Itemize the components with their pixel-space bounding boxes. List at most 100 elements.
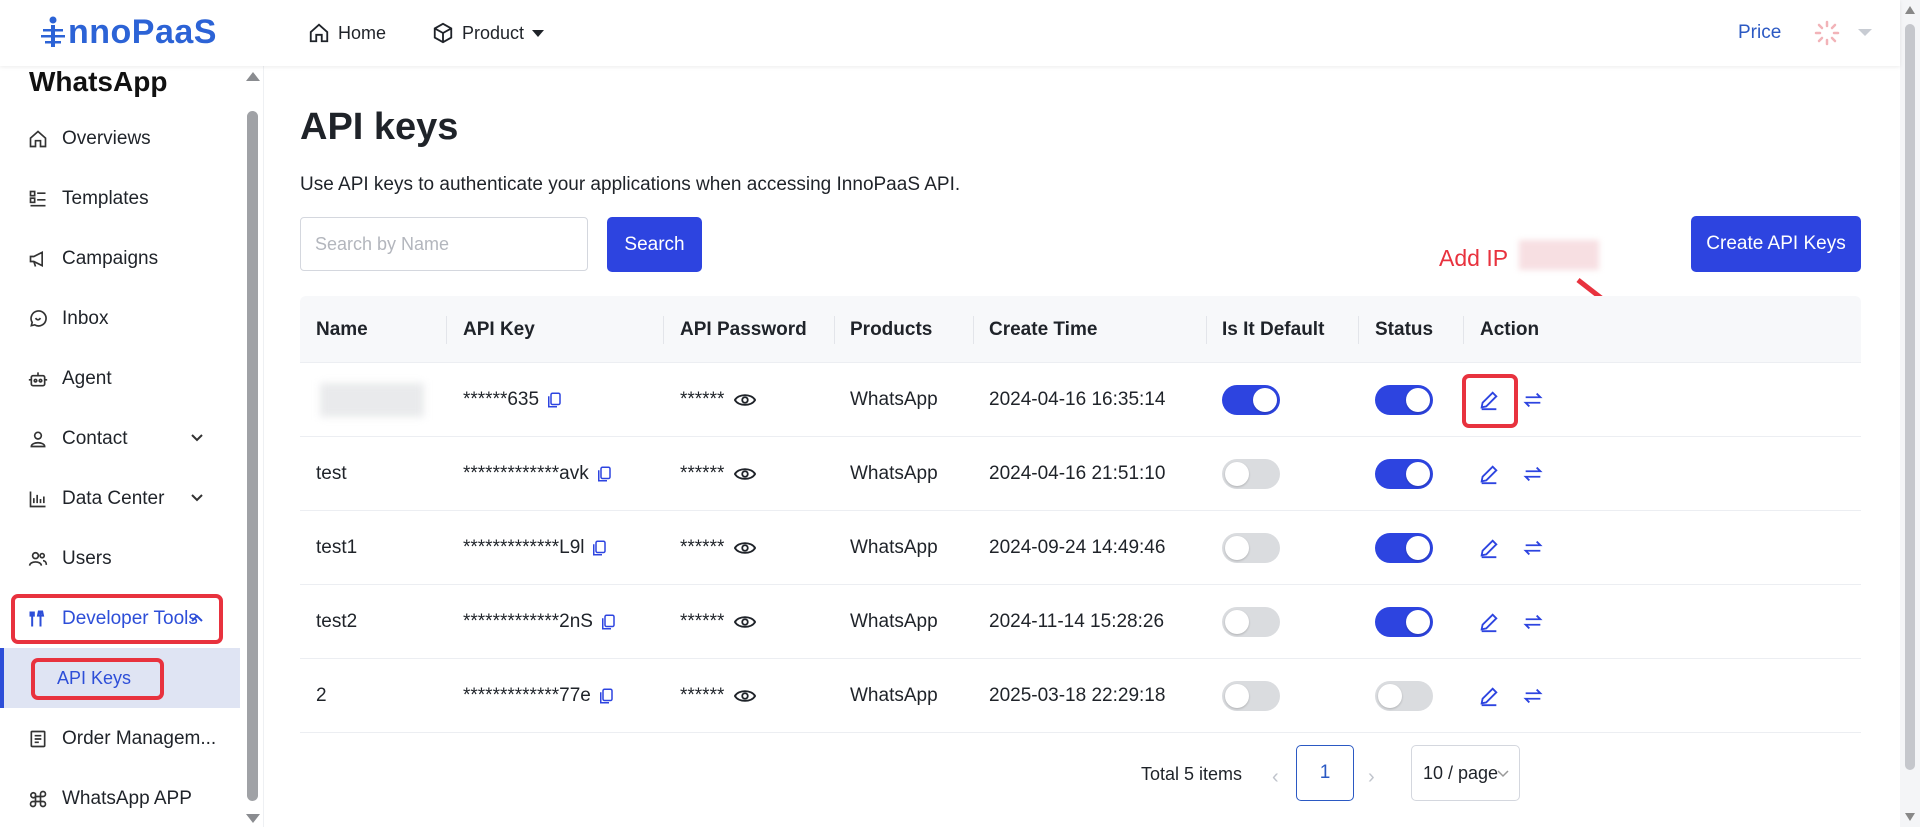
api-password-value: ****** [680, 463, 725, 484]
content-panel: API keys Use API keys to authenticate yo… [264, 66, 1900, 827]
eye-icon[interactable] [734, 537, 757, 559]
pagination-prev-icon[interactable]: ‹ [1272, 766, 1279, 789]
scroll-down-arrow-icon[interactable] [246, 814, 260, 823]
annotation-highlight-edit-button [1462, 374, 1518, 428]
eye-icon[interactable] [734, 685, 757, 707]
api-password-value: ****** [680, 389, 725, 410]
default-toggle-cell [1222, 437, 1280, 511]
edit-icon[interactable] [1478, 463, 1500, 485]
eye-icon[interactable] [734, 389, 757, 411]
scrollbar-thumb[interactable] [247, 111, 258, 801]
status-toggle[interactable] [1375, 681, 1433, 711]
api-password-cell: ****** [680, 659, 757, 733]
nav-price[interactable]: Price [1738, 22, 1781, 44]
copy-icon[interactable] [590, 539, 608, 557]
sidebar-item-inbox[interactable]: Inbox [0, 293, 240, 345]
is-default-toggle[interactable] [1222, 681, 1280, 711]
scrollbar-thumb[interactable] [1905, 24, 1915, 770]
api-key-value: *************avk [463, 463, 589, 484]
sidebar-item-overviews[interactable]: Overviews [0, 113, 240, 165]
column-header-api-key: API Key [463, 318, 535, 340]
table-header: Name API Key API Password Products Creat… [300, 296, 1861, 363]
refresh-swap-icon[interactable] [1522, 611, 1544, 633]
column-divider [1206, 316, 1207, 344]
scroll-up-arrow-icon[interactable] [246, 72, 260, 81]
column-divider [446, 316, 447, 344]
templates-icon [29, 190, 46, 207]
sidebar-subitem-label[interactable]: API Keys [57, 668, 131, 689]
default-toggle-cell [1222, 659, 1280, 733]
scroll-down-arrow-icon[interactable] [1905, 813, 1915, 821]
api-key-value: *************L9l [463, 537, 585, 558]
order-icon [30, 730, 46, 748]
table-row: test *************avk ****** WhatsApp 20… [300, 437, 1861, 511]
is-default-toggle[interactable] [1222, 533, 1280, 563]
inbox-icon [30, 310, 47, 327]
create-time-cell: 2024-04-16 21:51:10 [989, 463, 1166, 484]
nav-product-dropdown[interactable]: Product [432, 0, 545, 66]
page-description: Use API keys to authenticate your applic… [300, 174, 961, 195]
user-menu-caret-icon[interactable] [1858, 29, 1872, 36]
redacted-name [320, 383, 424, 417]
copy-icon[interactable] [545, 391, 563, 409]
sidebar-item-campaigns[interactable]: Campaigns [0, 233, 240, 285]
toggle-knob [1225, 610, 1249, 634]
copy-icon[interactable] [599, 613, 617, 631]
row-name: test1 [316, 537, 358, 558]
eye-icon[interactable] [734, 463, 757, 485]
pagination-total: Total 5 items [1141, 764, 1243, 784]
sidebar: WhatsApp Overviews Templates Campaigns I… [0, 66, 264, 827]
page-size-select[interactable]: 10 / page [1411, 745, 1520, 801]
api-password-value: ****** [680, 537, 725, 558]
sidebar-item-users[interactable]: Users [0, 533, 240, 585]
copy-icon[interactable] [595, 465, 613, 483]
pagination-next-icon[interactable]: › [1368, 766, 1375, 789]
page-scrollbar[interactable] [1900, 0, 1920, 827]
refresh-swap-icon[interactable] [1522, 685, 1544, 707]
chart-icon [29, 491, 46, 508]
product-cell: WhatsApp [850, 463, 938, 484]
sidebar-item-contact[interactable]: Contact [0, 413, 240, 465]
create-time-cell: 2025-03-18 22:29:18 [989, 685, 1166, 706]
toggle-knob [1253, 388, 1277, 412]
search-input[interactable] [300, 217, 588, 271]
search-button[interactable]: Search [607, 217, 702, 272]
pagination-page-1[interactable]: 1 [1296, 745, 1354, 801]
api-key-cell: ******635 [463, 363, 563, 437]
refresh-swap-icon[interactable] [1522, 463, 1544, 485]
create-time-cell: 2024-09-24 14:49:46 [989, 537, 1166, 558]
nav-home[interactable]: Home [308, 0, 386, 66]
scroll-up-arrow-icon[interactable] [1905, 6, 1915, 14]
eye-icon[interactable] [734, 611, 757, 633]
table-row: test1 *************L9l ****** WhatsApp 2… [300, 511, 1861, 585]
api-password-value: ****** [680, 611, 725, 632]
create-api-keys-button[interactable]: Create API Keys [1691, 216, 1861, 272]
status-toggle[interactable] [1375, 533, 1433, 563]
is-default-toggle[interactable] [1222, 607, 1280, 637]
table-row: ******635 ****** WhatsApp 2024-04-16 16:… [300, 363, 1861, 437]
edit-icon[interactable] [1478, 685, 1500, 707]
is-default-toggle[interactable] [1222, 459, 1280, 489]
copy-icon[interactable] [597, 687, 615, 705]
sidebar-item-data-center[interactable]: Data Center [0, 473, 240, 525]
sidebar-item-templates[interactable]: Templates [0, 173, 240, 225]
edit-icon[interactable] [1478, 611, 1500, 633]
refresh-swap-icon[interactable] [1522, 537, 1544, 559]
status-toggle[interactable] [1375, 607, 1433, 637]
toggle-knob [1406, 462, 1430, 486]
column-header-status: Status [1375, 318, 1434, 340]
refresh-swap-icon[interactable] [1522, 389, 1544, 411]
status-toggle[interactable] [1375, 459, 1433, 489]
contact-icon [30, 431, 46, 448]
edit-icon[interactable] [1478, 537, 1500, 559]
sidebar-item-label: Overviews [62, 128, 151, 149]
sidebar-item-agent[interactable]: Agent [0, 353, 240, 405]
sidebar-item-whatsapp-app[interactable]: WhatsApp APP [0, 773, 240, 825]
is-default-toggle[interactable] [1222, 385, 1280, 415]
api-password-value: ****** [680, 685, 725, 706]
chevron-down-icon [191, 494, 203, 502]
innopaas-logo[interactable]: nnoPaaS [40, 12, 217, 52]
sidebar-item-order-management[interactable]: Order Managem... [0, 713, 240, 765]
sidebar-scrollbar[interactable] [246, 66, 260, 827]
status-toggle[interactable] [1375, 385, 1433, 415]
